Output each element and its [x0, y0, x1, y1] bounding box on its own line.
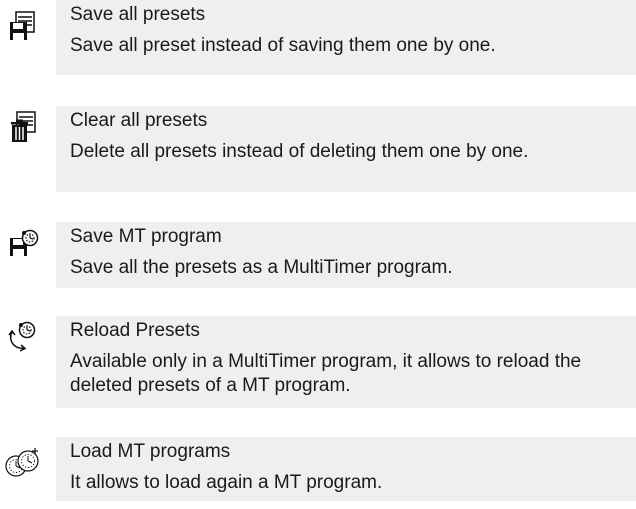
entry-box: Clear all presets Delete all presets ins… [56, 106, 636, 192]
entry-title: Load MT programs [70, 441, 231, 462]
entry-reload-presets: Reload Presets Available only in a Multi… [0, 316, 636, 412]
entry-clear-all-presets: Clear all presets Delete all presets ins… [0, 106, 636, 196]
entry-box: Save MT program Save all the presets as … [56, 222, 636, 288]
clear-all-presets-icon [2, 110, 42, 144]
entry-load-mt-programs: Load MT programs It allows to load again… [0, 437, 636, 509]
reload-presets-icon [2, 320, 42, 354]
entry-title: Clear all presets [70, 110, 208, 131]
entry-description: Save all the presets as a MultiTimer pro… [70, 257, 453, 278]
entry-box: Save all presets Save all preset instead… [56, 0, 636, 75]
entry-description: It allows to load again a MT program. [70, 472, 383, 493]
entry-description: Save all preset instead of saving them o… [70, 35, 496, 56]
entry-description: Delete all presets instead of deleting t… [70, 141, 529, 162]
entry-title: Save all presets [70, 4, 206, 25]
entry-description: Available only in a MultiTimer program, … [70, 351, 582, 396]
entry-save-all-presets: Save all presets Save all preset instead… [0, 0, 636, 80]
entry-box: Reload Presets Available only in a Multi… [56, 316, 636, 408]
save-all-presets-icon [2, 10, 42, 44]
entry-box: Load MT programs It allows to load again… [56, 437, 636, 501]
load-mt-programs-icon [2, 447, 42, 481]
entry-title: Save MT program [70, 226, 222, 247]
save-mt-program-icon [2, 228, 42, 262]
entry-save-mt-program: Save MT program Save all the presets as … [0, 222, 636, 292]
entry-title: Reload Presets [70, 320, 200, 341]
